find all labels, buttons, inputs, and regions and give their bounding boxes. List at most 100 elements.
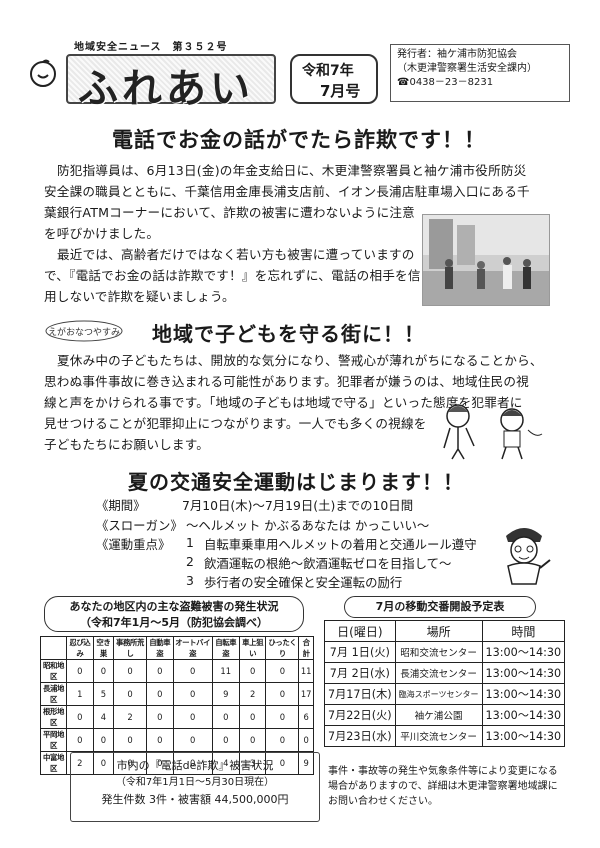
column-header: 日(曜日): [324, 620, 396, 642]
table-cell: 4: [92, 705, 115, 729]
column-header: 時間: [481, 620, 566, 642]
column-header: 空き巣: [92, 636, 115, 660]
schedule-place: 昭和交流センター: [394, 641, 483, 663]
schedule-date: 7月22日(火): [324, 704, 396, 726]
table-cell: 0: [172, 705, 213, 729]
schedule-place: 袖ケ浦公園: [394, 704, 483, 726]
newsletter-title: ふれあい: [78, 66, 254, 112]
table-cell: 17: [298, 682, 314, 706]
schedule-time: 13:00～14:30: [481, 641, 566, 663]
slogan-value: ～ヘルメット かぶるあなたは かっこいい～: [186, 518, 430, 533]
table-cell: 0: [265, 705, 300, 729]
issue-year: 令和7年: [302, 63, 354, 79]
article1-headline: 電話でお金の話がでたら詐欺です！！: [112, 128, 486, 152]
table-row: 長浦地区 1 5 0 0 0 9 2 0 17: [40, 682, 314, 706]
table-cell: 0: [238, 728, 267, 752]
table-cell: 0: [113, 659, 147, 683]
schedule-place: 臨海スポーツセンター: [394, 683, 483, 705]
table-cell: 0: [238, 659, 267, 683]
table-row: 7月22日(火) 袖ケ浦公園 13:00～14:30: [324, 704, 566, 726]
table-cell: 0: [265, 682, 300, 706]
table-row: 昭和地区 0 0 0 0 0 11 0 0 11: [40, 659, 314, 683]
fraud-summary-box: 市内の『電話de詐欺』被害状況 （令和7年1月1日～5月30日現在） 発生件数 …: [70, 752, 320, 822]
schedule-title: 7月の移動交番開設予定表: [344, 596, 536, 618]
area-name: 長浦地区: [40, 682, 67, 706]
table-cell: 2: [238, 682, 267, 706]
table-cell: 0: [66, 705, 94, 729]
summer-badge-icon: えがおなつやすみ: [45, 320, 123, 342]
table-cell: 0: [211, 705, 240, 729]
fraud-title: 市内の『電話de詐欺』被害状況: [116, 759, 274, 772]
column-header: [40, 636, 67, 660]
table-cell: 0: [238, 705, 267, 729]
table-cell: 0: [145, 659, 174, 683]
focus-item-text: 歩行者の安全確保と安全運転の励行: [204, 575, 403, 590]
focus-item-num: 3: [186, 573, 194, 588]
table-cell: 0: [172, 682, 213, 706]
article3-headline: 夏の交通安全運動はじまります！！: [128, 470, 464, 494]
children-cartoon-icon: [443, 404, 543, 460]
table-cell: 0: [113, 728, 147, 752]
table-row: 7月17日(木) 臨海スポーツセンター 13:00～14:30: [324, 683, 566, 705]
period-label: 《期間》: [96, 498, 146, 513]
publisher-phone: ☎0438－23－8231: [397, 77, 494, 88]
schedule-note: 事件・事故等の発生や気象条件等により変更になる場合がありますので、詳細は木更津警…: [328, 766, 558, 807]
schedule-place: 長浦交流センター: [394, 662, 483, 684]
table-cell: 0: [211, 728, 240, 752]
table-row: 根形地区 0 4 2 0 0 0 0 0 6: [40, 705, 314, 729]
column-header: 車上狙い: [238, 636, 267, 660]
column-header: 場所: [394, 620, 483, 642]
schedule-time: 13:00～14:30: [481, 704, 566, 726]
article2-line: 夏休み中の子どもたちは、開放的な気分になり、警戒心が薄れがちになることから、: [57, 353, 543, 368]
column-header: 事務所荒し: [113, 636, 147, 660]
police-mascot-icon: [506, 528, 551, 585]
schedule-date: 7月17日(木): [324, 683, 396, 705]
table-row: 7月 2日(水) 長浦交流センター 13:00～14:30: [324, 662, 566, 684]
theft-title-line1: あなたの地区内の主な盗難被害の発生状況: [69, 600, 279, 613]
table-row: 7月 1日(火) 昭和交流センター 13:00～14:30: [324, 641, 566, 663]
table-cell: 0: [265, 728, 300, 752]
table-cell: 11: [298, 659, 314, 683]
issue-date-badge: 令和7年 7月号: [290, 54, 378, 104]
table-cell: 0: [145, 682, 174, 706]
column-header: 合計: [298, 636, 314, 660]
table-header-row: 忍び込み 空き巣 事務所荒し 自動車盗 オートバイ盗 自転車盗 車上狙い ひった…: [40, 636, 314, 660]
schedule-date: 7月 2日(水): [324, 662, 396, 684]
campaign-photo: [422, 214, 550, 306]
table-cell: 11: [211, 659, 240, 683]
table-cell: 0: [172, 659, 213, 683]
schedule-date: 7月 1日(火): [324, 641, 396, 663]
fraud-period: （令和7年1月1日～5月30日現在）: [115, 777, 275, 788]
table-cell: 6: [298, 705, 314, 729]
table-cell: 0: [145, 705, 174, 729]
schedule-place: 平川交流センター: [394, 725, 483, 747]
focus-item-text: 自転車乗車用ヘルメットの着用と交通ルール遵守: [204, 537, 477, 552]
schedule-date: 7月23日(水): [324, 725, 396, 747]
schedule-time: 13:00～14:30: [481, 683, 566, 705]
issue-line: 地域安全ニュース 第３５２号: [74, 42, 228, 53]
table-cell: 5: [92, 682, 115, 706]
column-header: オートバイ盗: [172, 636, 213, 660]
table-cell: 0: [113, 682, 147, 706]
theft-title-line2: （令和7年1月～5月（防犯協会調べ）: [80, 616, 268, 629]
table-cell: 0: [265, 659, 300, 683]
theft-table-title: あなたの地区内の主な盗難被害の発生状況 （令和7年1月～5月（防犯協会調べ）: [44, 596, 304, 632]
column-header: 自転車盗: [211, 636, 240, 660]
article1-line: 防犯指導員は、6月13日(金)の年金支給日に、木更津警察署員と袖ケ浦市役所防災: [57, 163, 527, 178]
schedule-table: 日(曜日) 場所 時間 7月 1日(火) 昭和交流センター 13:00～14:3…: [324, 620, 566, 747]
table-cell: 0: [172, 728, 213, 752]
focus-item-text: 飲酒運転の根絶～飲酒運転ゼロを目指して～: [204, 556, 452, 571]
logo-mark-icon: [30, 59, 56, 87]
area-name: 中富地区: [40, 751, 67, 775]
issue-month: 7月号: [320, 82, 361, 100]
table-cell: 0: [298, 728, 314, 752]
fraud-stats: 発生件数 3件・被害額 44,500,000円: [101, 793, 289, 806]
area-name: 平岡地区: [40, 728, 67, 752]
schedule-time: 13:00～14:30: [481, 662, 566, 684]
column-header: 自動車盗: [145, 636, 174, 660]
period-value: 7月10日(木)～7月19日(土)までの10日間: [182, 498, 414, 513]
publisher-office: （木更津警察署生活安全課内）: [397, 63, 537, 74]
area-name: 根形地区: [40, 705, 67, 729]
publisher-box: 発行者：袖ケ浦市防犯協会 （木更津警察署生活安全課内） ☎0438－23－823…: [390, 44, 570, 102]
table-row: 7月23日(水) 平川交流センター 13:00～14:30: [324, 725, 566, 747]
